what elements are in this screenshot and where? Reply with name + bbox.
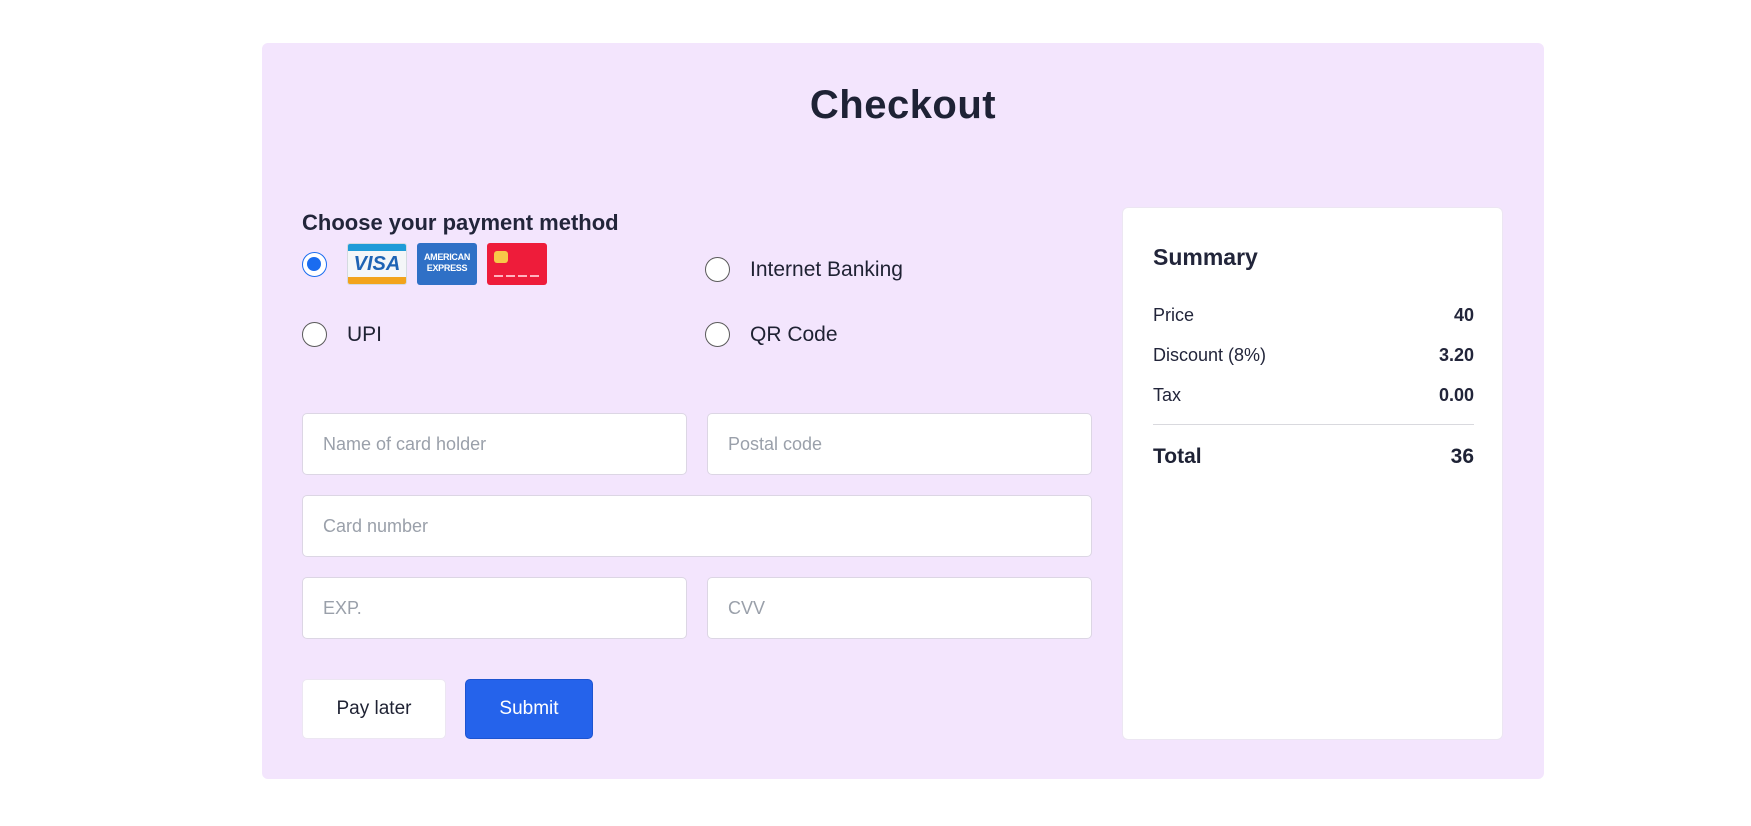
exp-input[interactable]: [302, 577, 687, 639]
card-brand-icons: VISA AMERICAN EXPRESS: [347, 243, 557, 285]
qr-code-radio[interactable]: [705, 322, 730, 347]
card-radio[interactable]: [302, 251, 327, 277]
pay-later-button[interactable]: Pay later: [302, 679, 446, 739]
upi-radio[interactable]: [302, 322, 327, 347]
summary-value: 3.20: [1438, 345, 1474, 365]
total-label: Total: [1153, 445, 1202, 468]
summary-row-discount: Discount (8%) 3.20: [1153, 345, 1474, 366]
summary-card: Summary Price 40 Discount (8%) 3.20 Tax …: [1122, 207, 1503, 740]
amex-card-icon: AMERICAN EXPRESS: [417, 243, 477, 285]
checkout-panel: Checkout Choose your payment method VISA…: [262, 43, 1544, 779]
page-title: Checkout: [809, 83, 997, 127]
total-value: 36: [1450, 445, 1474, 468]
payment-option-internet-banking[interactable]: Internet Banking: [705, 257, 903, 282]
summary-row-price: Price 40: [1153, 305, 1474, 326]
upi-label: UPI: [347, 322, 383, 346]
summary-total-row: Total 36: [1153, 445, 1474, 469]
payment-option-card[interactable]: VISA AMERICAN EXPRESS: [302, 243, 557, 285]
summary-label: Tax: [1153, 385, 1182, 405]
internet-banking-label: Internet Banking: [750, 257, 903, 281]
summary-row-tax: Tax 0.00: [1153, 385, 1474, 406]
internet-banking-radio[interactable]: [705, 257, 730, 282]
payment-option-upi[interactable]: UPI: [302, 322, 382, 347]
payment-option-qr-code[interactable]: QR Code: [705, 322, 838, 347]
payment-method-heading: Choose your payment method: [302, 210, 619, 235]
summary-title: Summary: [1153, 244, 1258, 270]
cvv-input[interactable]: [707, 577, 1092, 639]
summary-value: 0.00: [1438, 385, 1474, 405]
generic-card-icon: [487, 243, 547, 285]
summary-divider: [1153, 424, 1474, 425]
postal-code-input[interactable]: [707, 413, 1092, 475]
summary-label: Price: [1153, 305, 1195, 325]
visa-card-icon: VISA: [347, 243, 407, 285]
summary-value: 40: [1453, 305, 1474, 325]
summary-label: Discount (8%): [1153, 345, 1267, 365]
card-number-input[interactable]: [302, 495, 1092, 557]
card-holder-input[interactable]: [302, 413, 687, 475]
submit-button[interactable]: Submit: [465, 679, 593, 739]
qr-code-label: QR Code: [750, 322, 838, 346]
